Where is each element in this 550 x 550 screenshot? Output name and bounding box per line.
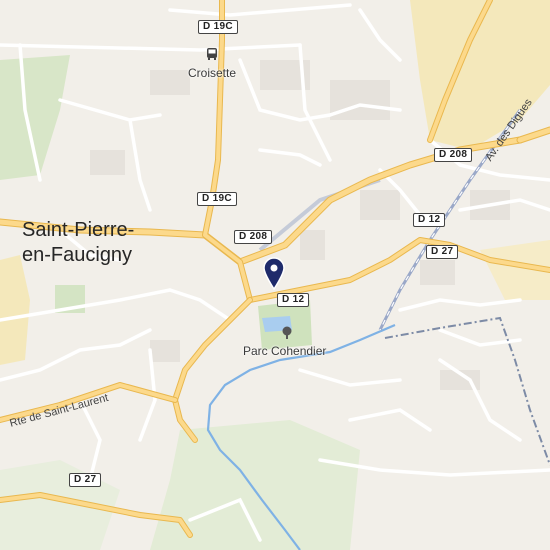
town-label-line1: Saint-Pierre- [22, 219, 135, 241]
location-pin-icon[interactable] [262, 256, 286, 291]
town-label: Saint-Pierre- en-Faucigny [22, 218, 134, 268]
tree-icon [280, 326, 294, 340]
park-label: Parc Cohendier [243, 344, 327, 358]
bus-icon[interactable] [205, 47, 219, 61]
bus-stop-label: Croisette [188, 66, 237, 80]
road-shield-d208-right: D 208 [434, 148, 473, 162]
road-shield-d19c-mid: D 19C [197, 192, 237, 206]
road-shield-d27-right: D 27 [426, 245, 459, 259]
road-shield-d12-right: D 12 [413, 213, 446, 227]
town-label-line2: en-Faucigny [22, 244, 133, 266]
road-shield-d19c-top: D 19C [198, 20, 238, 34]
road-shield-d27-bottom: D 27 [69, 473, 102, 487]
road-shield-d208-center: D 208 [234, 230, 273, 244]
road-shield-d12-center: D 12 [277, 293, 310, 307]
map-canvas[interactable]: Saint-Pierre- en-Faucigny Croisette Parc… [0, 0, 550, 550]
